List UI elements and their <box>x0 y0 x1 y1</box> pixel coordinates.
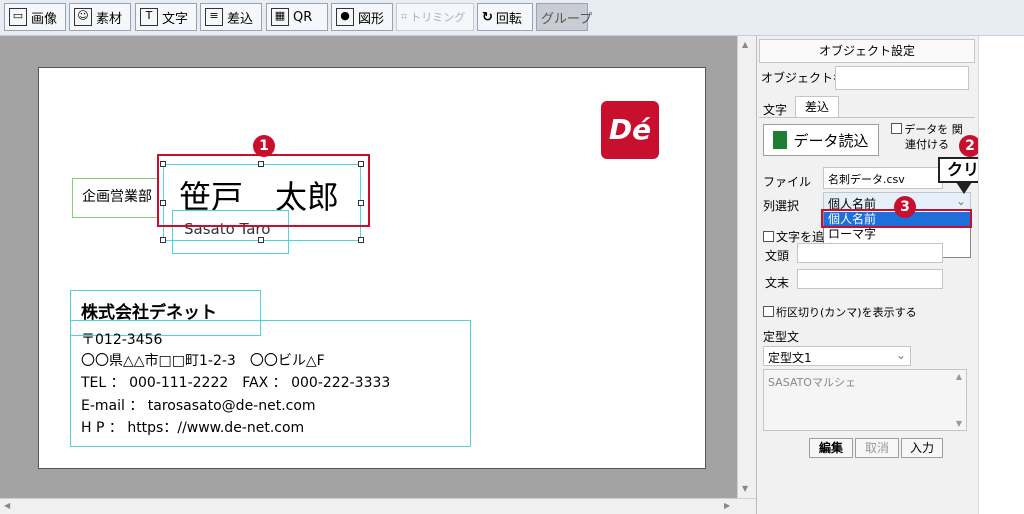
merge-icon: ≡ <box>205 8 223 26</box>
qr-icon: ▦ <box>271 8 289 26</box>
cancel-button[interactable]: 取消 <box>855 438 899 458</box>
qr-button[interactable]: ▦ QR <box>266 3 328 31</box>
suffix-label: 文末 <box>765 276 790 290</box>
chevron-down-icon: ⌄ <box>955 194 966 208</box>
merge-button[interactable]: ≡ 差込 <box>200 3 262 31</box>
shape-icon: ● <box>336 8 354 26</box>
step-badge-1: 1 <box>253 135 275 157</box>
step-badge-3: 3 <box>894 196 916 218</box>
read-data-button[interactable]: データ読込 <box>763 124 879 156</box>
group-button[interactable]: グループ <box>536 3 592 31</box>
panel-title: オブジェクト設定 <box>759 39 975 63</box>
department-text: 企画営業部 <box>82 189 152 205</box>
template-textarea[interactable]: SASATOマルシェ ▲ ▼ <box>763 369 967 431</box>
trim-icon: ⌗ <box>401 10 408 23</box>
link-data-checkbox[interactable]: データを 関連付ける <box>887 122 967 152</box>
scroll-down-icon[interactable]: ▼ <box>742 484 748 493</box>
scroll-down-icon[interactable]: ▼ <box>956 419 962 428</box>
material-button[interactable]: ☺ 素材 <box>69 3 131 31</box>
rotate-icon: ↻ <box>482 9 493 25</box>
tab-text[interactable]: 文字 <box>763 101 787 118</box>
horizontal-scrollbar[interactable]: ◀ ▶ <box>0 498 756 514</box>
rotate-button[interactable]: ↻ 回転 <box>477 3 533 31</box>
vertical-scrollbar[interactable]: ▲ ▼ <box>737 36 756 498</box>
suffix-input[interactable] <box>797 269 943 289</box>
spreadsheet-icon <box>773 131 788 149</box>
scroll-up-icon[interactable]: ▲ <box>742 40 748 49</box>
template-select[interactable]: 定型文1 ⌄ <box>763 346 911 366</box>
object-settings-panel: オブジェクト設定 オブジェクト名 文字 差込 データ読込 データを 関連付ける … <box>756 36 978 514</box>
address-text: 〇〇県△△市□□町1-2-3 〇〇ビル△F <box>81 353 325 369</box>
scroll-up-icon[interactable]: ▲ <box>956 372 962 381</box>
callout-pointer <box>956 182 972 194</box>
email-text: E-mail ： tarosasato@de-net.com <box>81 398 316 414</box>
prefix-input[interactable] <box>797 243 943 263</box>
shape-button[interactable]: ● 図形 <box>331 3 393 31</box>
object-name-input[interactable] <box>835 66 969 90</box>
logo-icon: Dé <box>601 101 659 159</box>
toolbar: ▭ 画像 ☺ 素材 T 文字 ≡ 差込 ▦ QR ● 図形 ⌗ トリミング ↻ 回転 グループ <box>0 0 1024 36</box>
hp-text: H P ： https：//www.de-net.com <box>81 420 305 436</box>
scroll-right-icon[interactable]: ▶ <box>724 501 730 510</box>
scroll-left-icon[interactable]: ◀ <box>4 501 10 510</box>
tab-merge[interactable]: 差込 <box>795 96 839 118</box>
object-name-label: オブジェクト名 <box>761 71 846 85</box>
dropdown-option-2[interactable]: ローマ字 <box>824 227 970 242</box>
edit-button[interactable]: 編集 <box>809 438 853 458</box>
tel-fax-text: TEL ： 000-111-2222 FAX ： 000-222-3333 <box>81 375 391 391</box>
highlight-box-1 <box>157 154 370 227</box>
image-button[interactable]: ▭ 画像 <box>4 3 66 31</box>
file-value[interactable]: 名刺データ.csv <box>823 167 943 189</box>
template-label: 定型文 <box>763 330 800 344</box>
input-button[interactable]: 入力 <box>901 438 943 458</box>
chevron-down-icon: ⌄ <box>895 348 906 362</box>
business-card[interactable]: 企画営業部 笹戸 太郎 Sasato Taro 1 株式会社デネット 〒012-… <box>38 67 706 469</box>
trim-button[interactable]: ⌗ トリミング <box>396 3 474 31</box>
comma-checkbox[interactable]: 桁区切り(カンマ)を表示する <box>763 304 917 320</box>
text-icon: T <box>140 8 158 26</box>
prefix-label: 文頭 <box>765 249 790 263</box>
column-label: 列選択 <box>763 199 800 213</box>
material-icon: ☺ <box>74 8 92 26</box>
image-icon: ▭ <box>9 8 27 26</box>
file-label: ファイル <box>763 175 812 189</box>
zip-text: 〒012-3456 <box>81 332 163 348</box>
text-button[interactable]: T 文字 <box>135 3 197 31</box>
